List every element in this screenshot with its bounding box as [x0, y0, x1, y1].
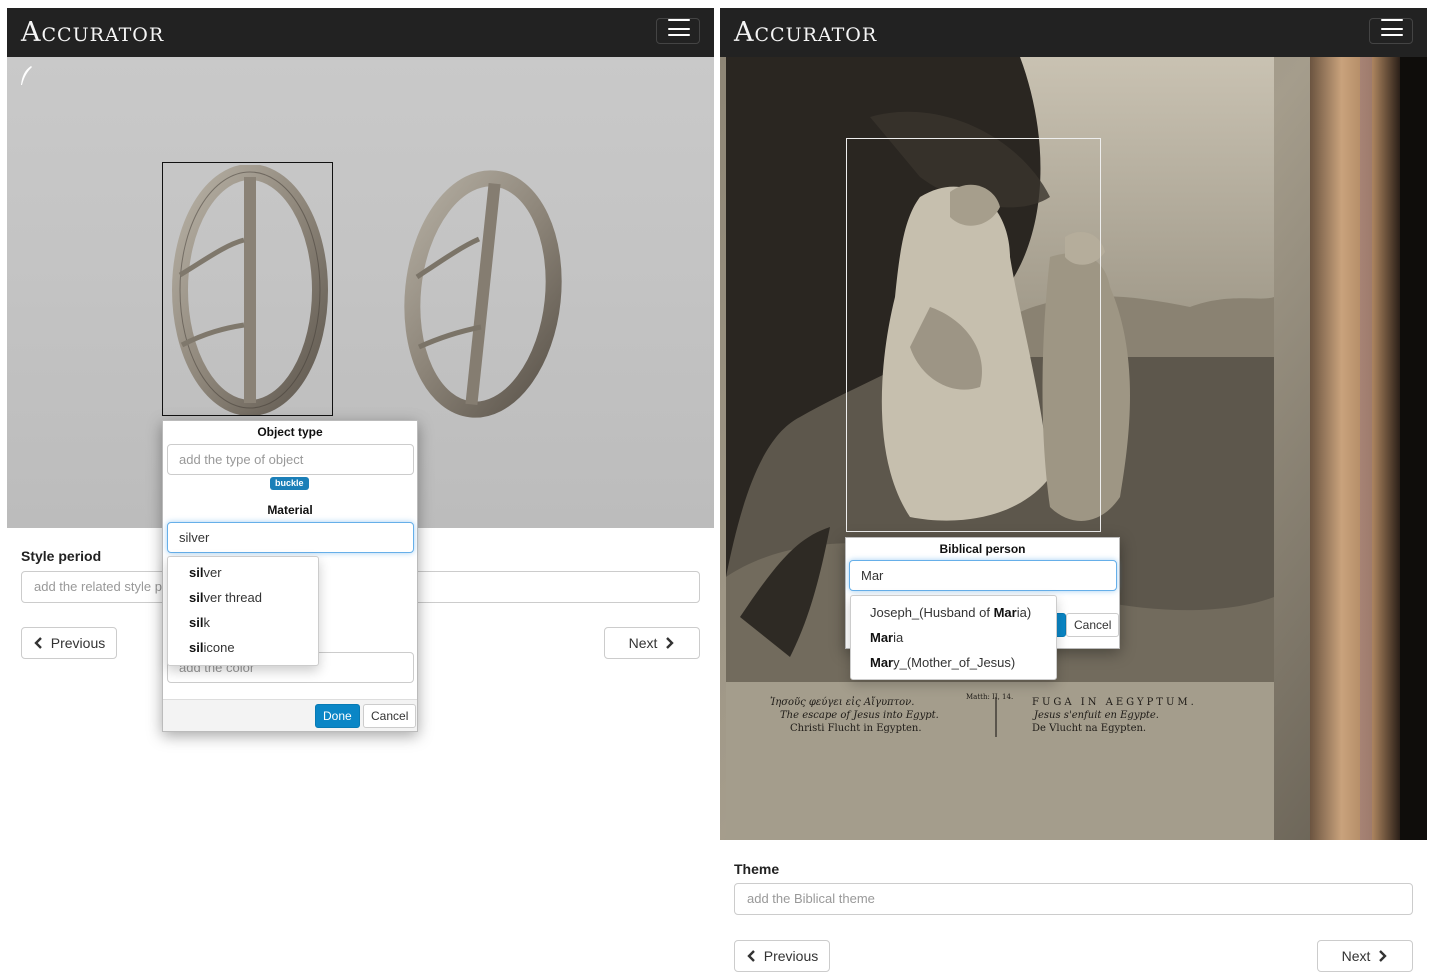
previous-button[interactable]: Previous [21, 627, 117, 659]
buckle-object-2 [404, 170, 562, 418]
popover-footer: Done Cancel [163, 699, 417, 731]
suggestion-item[interactable]: Joseph_(Husband of Maria) [851, 604, 1056, 622]
left-screen: Accurator Style period add the related s… [7, 8, 714, 972]
caption-english: The escape of Jesus into Egypt. [780, 710, 939, 721]
caption-reference: Matth: II, 14. [966, 693, 1014, 701]
caption-greek: Ἰησοῦς φεύγει εἰς Αἴγυπτον. [770, 697, 915, 708]
menu-toggle-button[interactable] [1369, 18, 1413, 44]
person-suggestions: Joseph_(Husband of Maria) Maria Mary_(Mo… [850, 595, 1057, 680]
material-suggestions: silver silver thread silk silicone [167, 556, 319, 666]
theme-label: Theme [734, 861, 780, 877]
annotation-popover: Biblical person Mar Cancel Joseph_(Husba… [845, 537, 1120, 680]
caption-latin: FUGA IN AEGYPTUM. [1032, 697, 1197, 708]
next-button[interactable]: Next [1317, 940, 1413, 972]
feather-icon [21, 66, 32, 85]
material-input[interactable]: silver [167, 522, 414, 553]
suggestion-item[interactable]: silicone [168, 639, 318, 657]
object-type-title: Object type [257, 425, 323, 439]
next-button-label: Next [628, 635, 658, 651]
right-screen: Accurator Ἰησοῦς φεύγει εἰς Αἴγυπτον. Th… [720, 8, 1427, 972]
previous-button[interactable]: Previous [734, 940, 830, 972]
caption-french: Jesus s'enfuit en Egypte. [1034, 710, 1159, 721]
annotation-selection-box[interactable] [162, 162, 333, 416]
suggestion-item[interactable]: Maria [851, 629, 1056, 647]
biblical-person-input[interactable]: Mar [849, 560, 1117, 591]
navbar: Accurator [720, 8, 1427, 57]
style-period-label: Style period [21, 548, 102, 564]
cancel-button[interactable]: Cancel [363, 704, 417, 728]
suggestion-item[interactable]: silk [168, 614, 318, 632]
chevron-left-icon [34, 637, 42, 649]
done-button[interactable]: Done [315, 704, 360, 728]
previous-button-label: Previous [763, 948, 819, 964]
menu-toggle-button[interactable] [656, 18, 700, 44]
next-button-label: Next [1341, 948, 1371, 964]
suggestion-item[interactable]: silver thread [168, 589, 318, 607]
material-title: Material [267, 503, 313, 517]
chevron-right-icon [666, 637, 675, 649]
object-type-input[interactable]: add the type of object [167, 444, 414, 475]
previous-button-label: Previous [50, 635, 106, 651]
annotation-popover: Object type add the type of object buckl… [162, 420, 418, 732]
chevron-left-icon [747, 950, 755, 962]
object-type-tag[interactable]: buckle [270, 477, 309, 490]
next-button[interactable]: Next [604, 627, 700, 659]
biblical-person-title: Biblical person [939, 542, 1026, 556]
chevron-right-icon [1379, 950, 1388, 962]
caption-german: Christi Flucht in Egypten. [790, 723, 922, 734]
theme-input[interactable]: add the Biblical theme [734, 883, 1413, 915]
suggestion-item[interactable]: silver [168, 564, 318, 582]
annotation-selection-box[interactable] [846, 138, 1101, 532]
caption-dutch: De Vlucht na Egypten. [1032, 723, 1147, 734]
cancel-button[interactable]: Cancel [1066, 613, 1120, 637]
brand-logo[interactable]: Accurator [734, 16, 877, 50]
artwork-image[interactable]: Ἰησοῦς φεύγει εἰς Αἴγυπτον. The escape o… [720, 57, 1427, 840]
brand-logo[interactable]: Accurator [21, 16, 164, 50]
suggestion-item[interactable]: Mary_(Mother_of_Jesus) [851, 654, 1056, 672]
navbar: Accurator [7, 8, 714, 57]
